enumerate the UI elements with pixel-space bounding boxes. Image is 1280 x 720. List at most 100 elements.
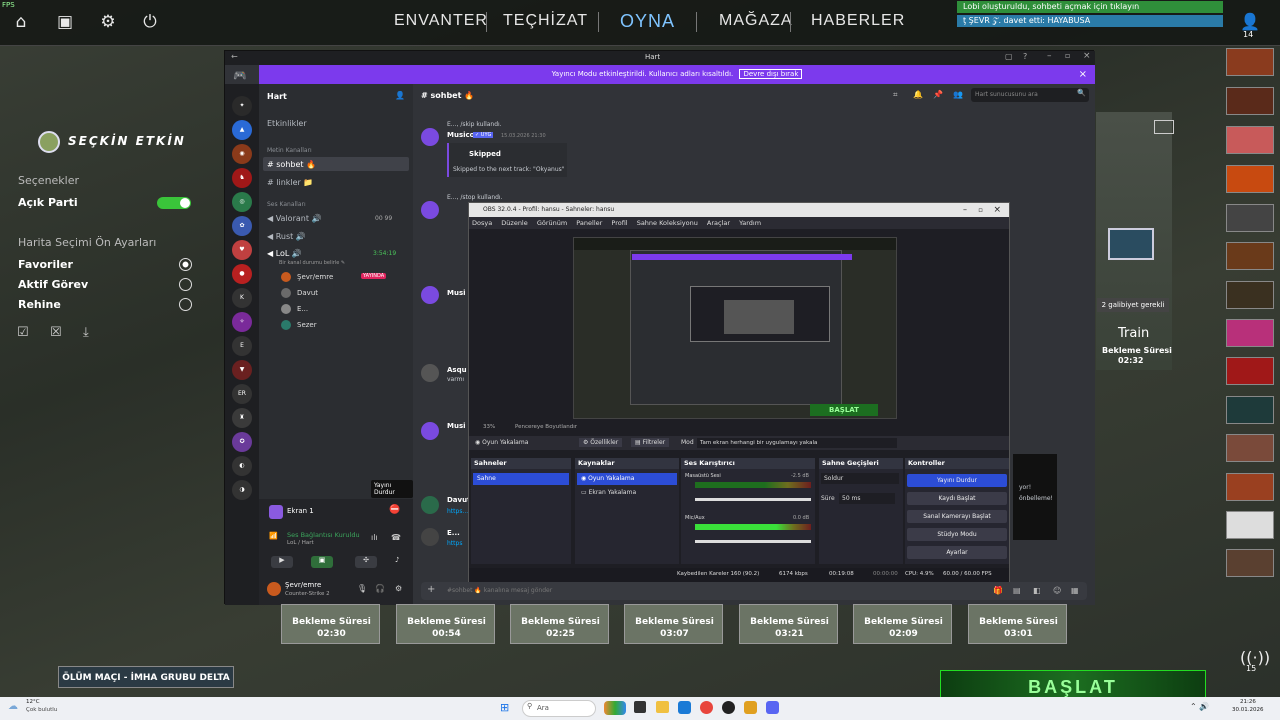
friend-avatar[interactable] [1226, 165, 1274, 193]
discord-icon[interactable] [766, 701, 779, 714]
apps-icon[interactable]: ▦ [1071, 586, 1079, 595]
voice-lol[interactable]: ◀ LoL 🔊 [267, 249, 302, 258]
friend-avatar[interactable] [1226, 48, 1274, 76]
source-item[interactable]: ▭ Ekran Yakalama [577, 487, 677, 499]
edge-icon[interactable] [678, 701, 691, 714]
maximize-icon[interactable]: ▫ [1065, 51, 1070, 60]
cs2-icon[interactable] [744, 701, 757, 714]
back-arrow-icon[interactable]: ← [231, 52, 238, 61]
channel-status[interactable]: Bir kanal durumu belirle ✎ [279, 260, 345, 266]
power-icon[interactable]: ⏻ [139, 11, 161, 33]
friend-avatar[interactable] [1226, 511, 1274, 539]
select-all-icon[interactable]: ☑ [17, 325, 29, 340]
gif-icon[interactable]: ▤ [1013, 586, 1021, 595]
attach-plus-icon[interactable]: + [427, 584, 435, 595]
menu-profile[interactable]: Profil [611, 219, 627, 227]
filters-button[interactable]: ▤ Filtreler [631, 438, 670, 447]
map-card[interactable]: Bekleme Süresi 03:21 [739, 604, 838, 644]
nav-play[interactable]: OYNA [620, 11, 675, 32]
message-author[interactable]: Musi [447, 422, 466, 430]
voice-valorant[interactable]: ◀ Valorant 🔊 [267, 214, 321, 223]
download-icon[interactable]: ⤓ [83, 325, 89, 340]
open-party-toggle[interactable] [157, 197, 191, 209]
musico-avatar[interactable] [421, 128, 439, 146]
friend-avatar[interactable] [1226, 473, 1274, 501]
server-icon[interactable]: ✪ [232, 432, 252, 452]
source-item[interactable]: ◉ Oyun Yakalama [577, 473, 677, 485]
message-author[interactable]: Asqu [447, 366, 467, 374]
friend-avatar[interactable] [1226, 242, 1274, 270]
message-author[interactable]: Davut [447, 496, 470, 504]
settings-button[interactable]: Ayarlar [907, 546, 1007, 559]
voice-user[interactable]: Sezer [297, 321, 317, 329]
map-card[interactable]: Bekleme Süresi 00:54 [396, 604, 495, 644]
text-category[interactable]: Metin Kanalları [267, 147, 312, 154]
nav-news[interactable]: HABERLER [811, 12, 905, 30]
tray-icons[interactable]: ⌃ 🔊 [1190, 702, 1209, 711]
server-icon[interactable]: ▲ [232, 120, 252, 140]
server-name[interactable]: Hart [267, 92, 287, 101]
zoom-level[interactable]: 33% [483, 424, 495, 430]
friend-avatar[interactable] [1226, 319, 1274, 347]
obs-icon[interactable] [722, 701, 735, 714]
user-avatar[interactable] [281, 288, 291, 298]
friend-avatar[interactable] [1226, 396, 1274, 424]
voice-rust[interactable]: ◀ Rust 🔊 [267, 232, 306, 241]
user-avatar[interactable] [421, 364, 439, 382]
map-checkbox[interactable] [1154, 120, 1174, 134]
inventory-case-icon[interactable]: ▣ [54, 11, 76, 33]
mode-select[interactable]: Tam ekran herhangi bir uygulamayı yakala [697, 438, 897, 448]
headphone-icon[interactable]: 🎧 [375, 584, 385, 593]
noise-suppression-icon[interactable]: ılı [371, 533, 378, 542]
clock-date[interactable]: 30.01.2026 [1232, 707, 1264, 713]
scene-item[interactable]: Sahne [473, 473, 569, 485]
duration-input[interactable]: 50 ms [839, 493, 895, 504]
server-icon[interactable]: ♥ [232, 240, 252, 260]
message-link[interactable]: https... [447, 508, 468, 515]
friend-avatar[interactable] [1226, 549, 1274, 577]
voice-user[interactable]: Davut [297, 289, 318, 297]
mic-slider[interactable] [695, 540, 811, 543]
studio-mode-button[interactable]: Stüdyo Modu [907, 528, 1007, 541]
share-screen-button[interactable]: ▣ [311, 556, 333, 568]
home-icon[interactable]: ⌂ [10, 11, 32, 33]
friend-avatar[interactable] [1226, 204, 1274, 232]
activities-button[interactable]: ✣ [355, 556, 377, 568]
friends-icon[interactable]: 👤 [1240, 12, 1260, 31]
gift-icon[interactable]: 🎁 [993, 586, 1003, 595]
members-icon[interactable]: 👥 [953, 90, 963, 99]
menu-scene-collection[interactable]: Sahne Koleksiyonu [637, 219, 698, 227]
task-view-icon[interactable] [634, 701, 646, 713]
menu-view[interactable]: Görünüm [537, 219, 567, 227]
server-icon[interactable]: ✦ [232, 96, 252, 116]
properties-button[interactable]: ⚙ Özellikler [579, 438, 623, 447]
musico-avatar[interactable] [421, 201, 439, 219]
channel-linkler[interactable]: # linkler 📁 [267, 178, 313, 187]
sticker-icon[interactable]: ◧ [1033, 586, 1041, 595]
voice-category[interactable]: Ses Kanalları [267, 201, 306, 208]
nav-inventory[interactable]: ENVANTER [394, 12, 488, 30]
server-icon[interactable]: ● [232, 264, 252, 284]
virtual-camera-button[interactable]: Sanal Kamerayı Başlat [907, 510, 1007, 523]
inbox-icon[interactable]: ▢ [1005, 52, 1013, 61]
map-card[interactable]: Bekleme Süresi 02:25 [510, 604, 609, 644]
mic-icon[interactable]: 🎙 [357, 584, 367, 593]
obs-preview[interactable]: BAŞLAT [573, 237, 897, 419]
search-input[interactable]: Hart sunucusunu ara [971, 88, 1089, 102]
menu-edit[interactable]: Düzenle [501, 219, 527, 227]
chrome-icon[interactable] [700, 701, 713, 714]
map-card[interactable]: Bekleme Süresi 03:01 [968, 604, 1067, 644]
close-icon[interactable]: × [993, 203, 1001, 217]
favorites-radio[interactable] [179, 258, 192, 271]
menu-help[interactable]: Yardım [739, 219, 761, 227]
game-mode-banner[interactable]: ÖLÜM MAÇI - İMHA GRUBU DELTA [58, 666, 234, 688]
deselect-all-icon[interactable]: ☒ [50, 325, 62, 340]
user-avatar[interactable] [421, 496, 439, 514]
minimize-icon[interactable]: – [963, 203, 967, 217]
weather-temp[interactable]: 12°C [26, 699, 40, 705]
minimize-icon[interactable]: – [1047, 51, 1052, 61]
musico-avatar[interactable] [421, 286, 439, 304]
server-icon[interactable]: ▼ [232, 360, 252, 380]
message-author[interactable]: E... [447, 529, 460, 537]
disable-streamer-button[interactable]: Devre dışı bırak [739, 69, 803, 79]
